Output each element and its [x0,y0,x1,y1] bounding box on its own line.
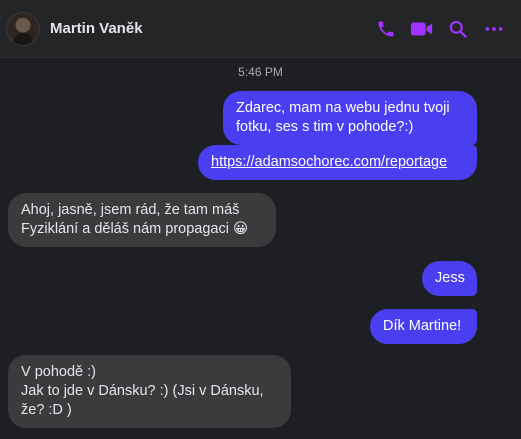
avatar[interactable] [6,11,40,46]
header-actions [373,16,507,42]
phone-icon[interactable] [373,16,399,42]
incoming-message-bubble[interactable]: Ahoj, jasně, jsem rád, že tam máš Fyzikl… [8,193,276,247]
outgoing-message-bubble[interactable]: Dík Martine! [370,309,477,344]
outgoing-link-bubble[interactable]: https://adamsochorec.com/reportage [198,145,477,180]
outgoing-message-bubble[interactable]: Zdarec, mam na webu jednu tvoji fotku, s… [223,91,477,145]
chat-header: Martin Vaněk [0,0,521,58]
contact-name[interactable]: Martin Vaněk [50,20,373,37]
search-icon[interactable] [445,16,471,42]
more-options-icon[interactable] [481,16,507,42]
message-timestamp: 5:46 PM [238,65,283,79]
video-camera-icon[interactable] [409,16,435,42]
message-link[interactable]: https://adamsochorec.com/reportage [211,154,447,170]
incoming-message-bubble[interactable]: V pohodě :) Jak to jde v Dánsku? :) (Jsi… [8,355,291,428]
outgoing-message-bubble[interactable]: Jess [422,261,477,296]
